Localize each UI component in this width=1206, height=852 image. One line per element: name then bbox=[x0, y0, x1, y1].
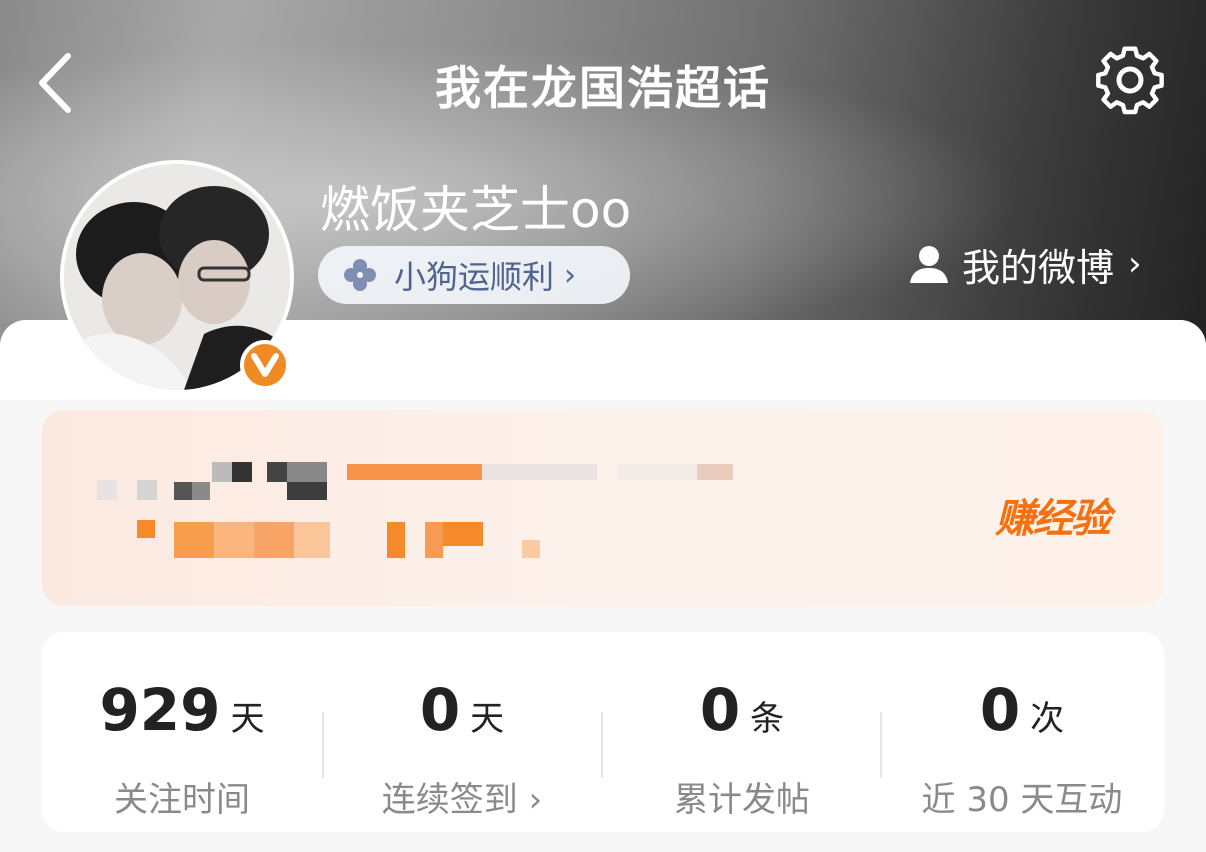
fan-badge-pill[interactable]: 小狗运顺利 › bbox=[318, 246, 630, 304]
settings-button[interactable] bbox=[1093, 46, 1167, 120]
stat-label: 关注时间 bbox=[114, 780, 250, 820]
v-verified-icon bbox=[240, 340, 290, 390]
stat-unit: 次 bbox=[1030, 699, 1065, 739]
earn-experience-label[interactable]: 赚经验 bbox=[995, 486, 1111, 544]
top-nav-bar: 我在龙国浩超话 bbox=[0, 0, 1206, 165]
stat-value: 929 bbox=[99, 676, 221, 744]
page-title: 我在龙国浩超话 bbox=[435, 61, 771, 115]
stat-label: 近 30 天互动 bbox=[921, 780, 1123, 820]
stat-follow-time: 929 天 关注时间 bbox=[42, 632, 322, 832]
fan-badge-label: 小狗运顺利 bbox=[394, 258, 555, 296]
stat-label: 连续签到 › bbox=[381, 780, 543, 820]
my-weibo-label: 我的微博 bbox=[962, 245, 1115, 290]
stat-value: 0 bbox=[419, 676, 461, 744]
stats-card: 929 天 关注时间 0天 连续签到 › 0条 累计发帖 0次 近 30 天互动 bbox=[42, 632, 1164, 832]
stat-checkin-streak[interactable]: 0天 连续签到 › bbox=[322, 632, 602, 832]
stat-unit: 天 bbox=[470, 699, 505, 739]
chevron-right-icon: › bbox=[564, 257, 577, 293]
stat-total-posts: 0条 累计发帖 bbox=[602, 632, 882, 832]
my-weibo-link[interactable]: 我的微博 › bbox=[908, 236, 1142, 292]
stat-unit: 条 bbox=[750, 699, 785, 739]
user-icon bbox=[910, 246, 948, 283]
stat-value: 0 bbox=[979, 676, 1021, 744]
stat-unit: 天 bbox=[230, 699, 265, 739]
username: 燃饭夹芝士oo bbox=[320, 181, 632, 239]
chevron-right-icon: › bbox=[1128, 244, 1142, 284]
clover-icon bbox=[344, 259, 376, 291]
gear-icon bbox=[1096, 46, 1164, 115]
stat-30day-interactions: 0次 近 30 天互动 bbox=[882, 632, 1162, 832]
stat-label: 累计发帖 bbox=[674, 780, 810, 820]
stat-value: 0 bbox=[699, 676, 741, 744]
